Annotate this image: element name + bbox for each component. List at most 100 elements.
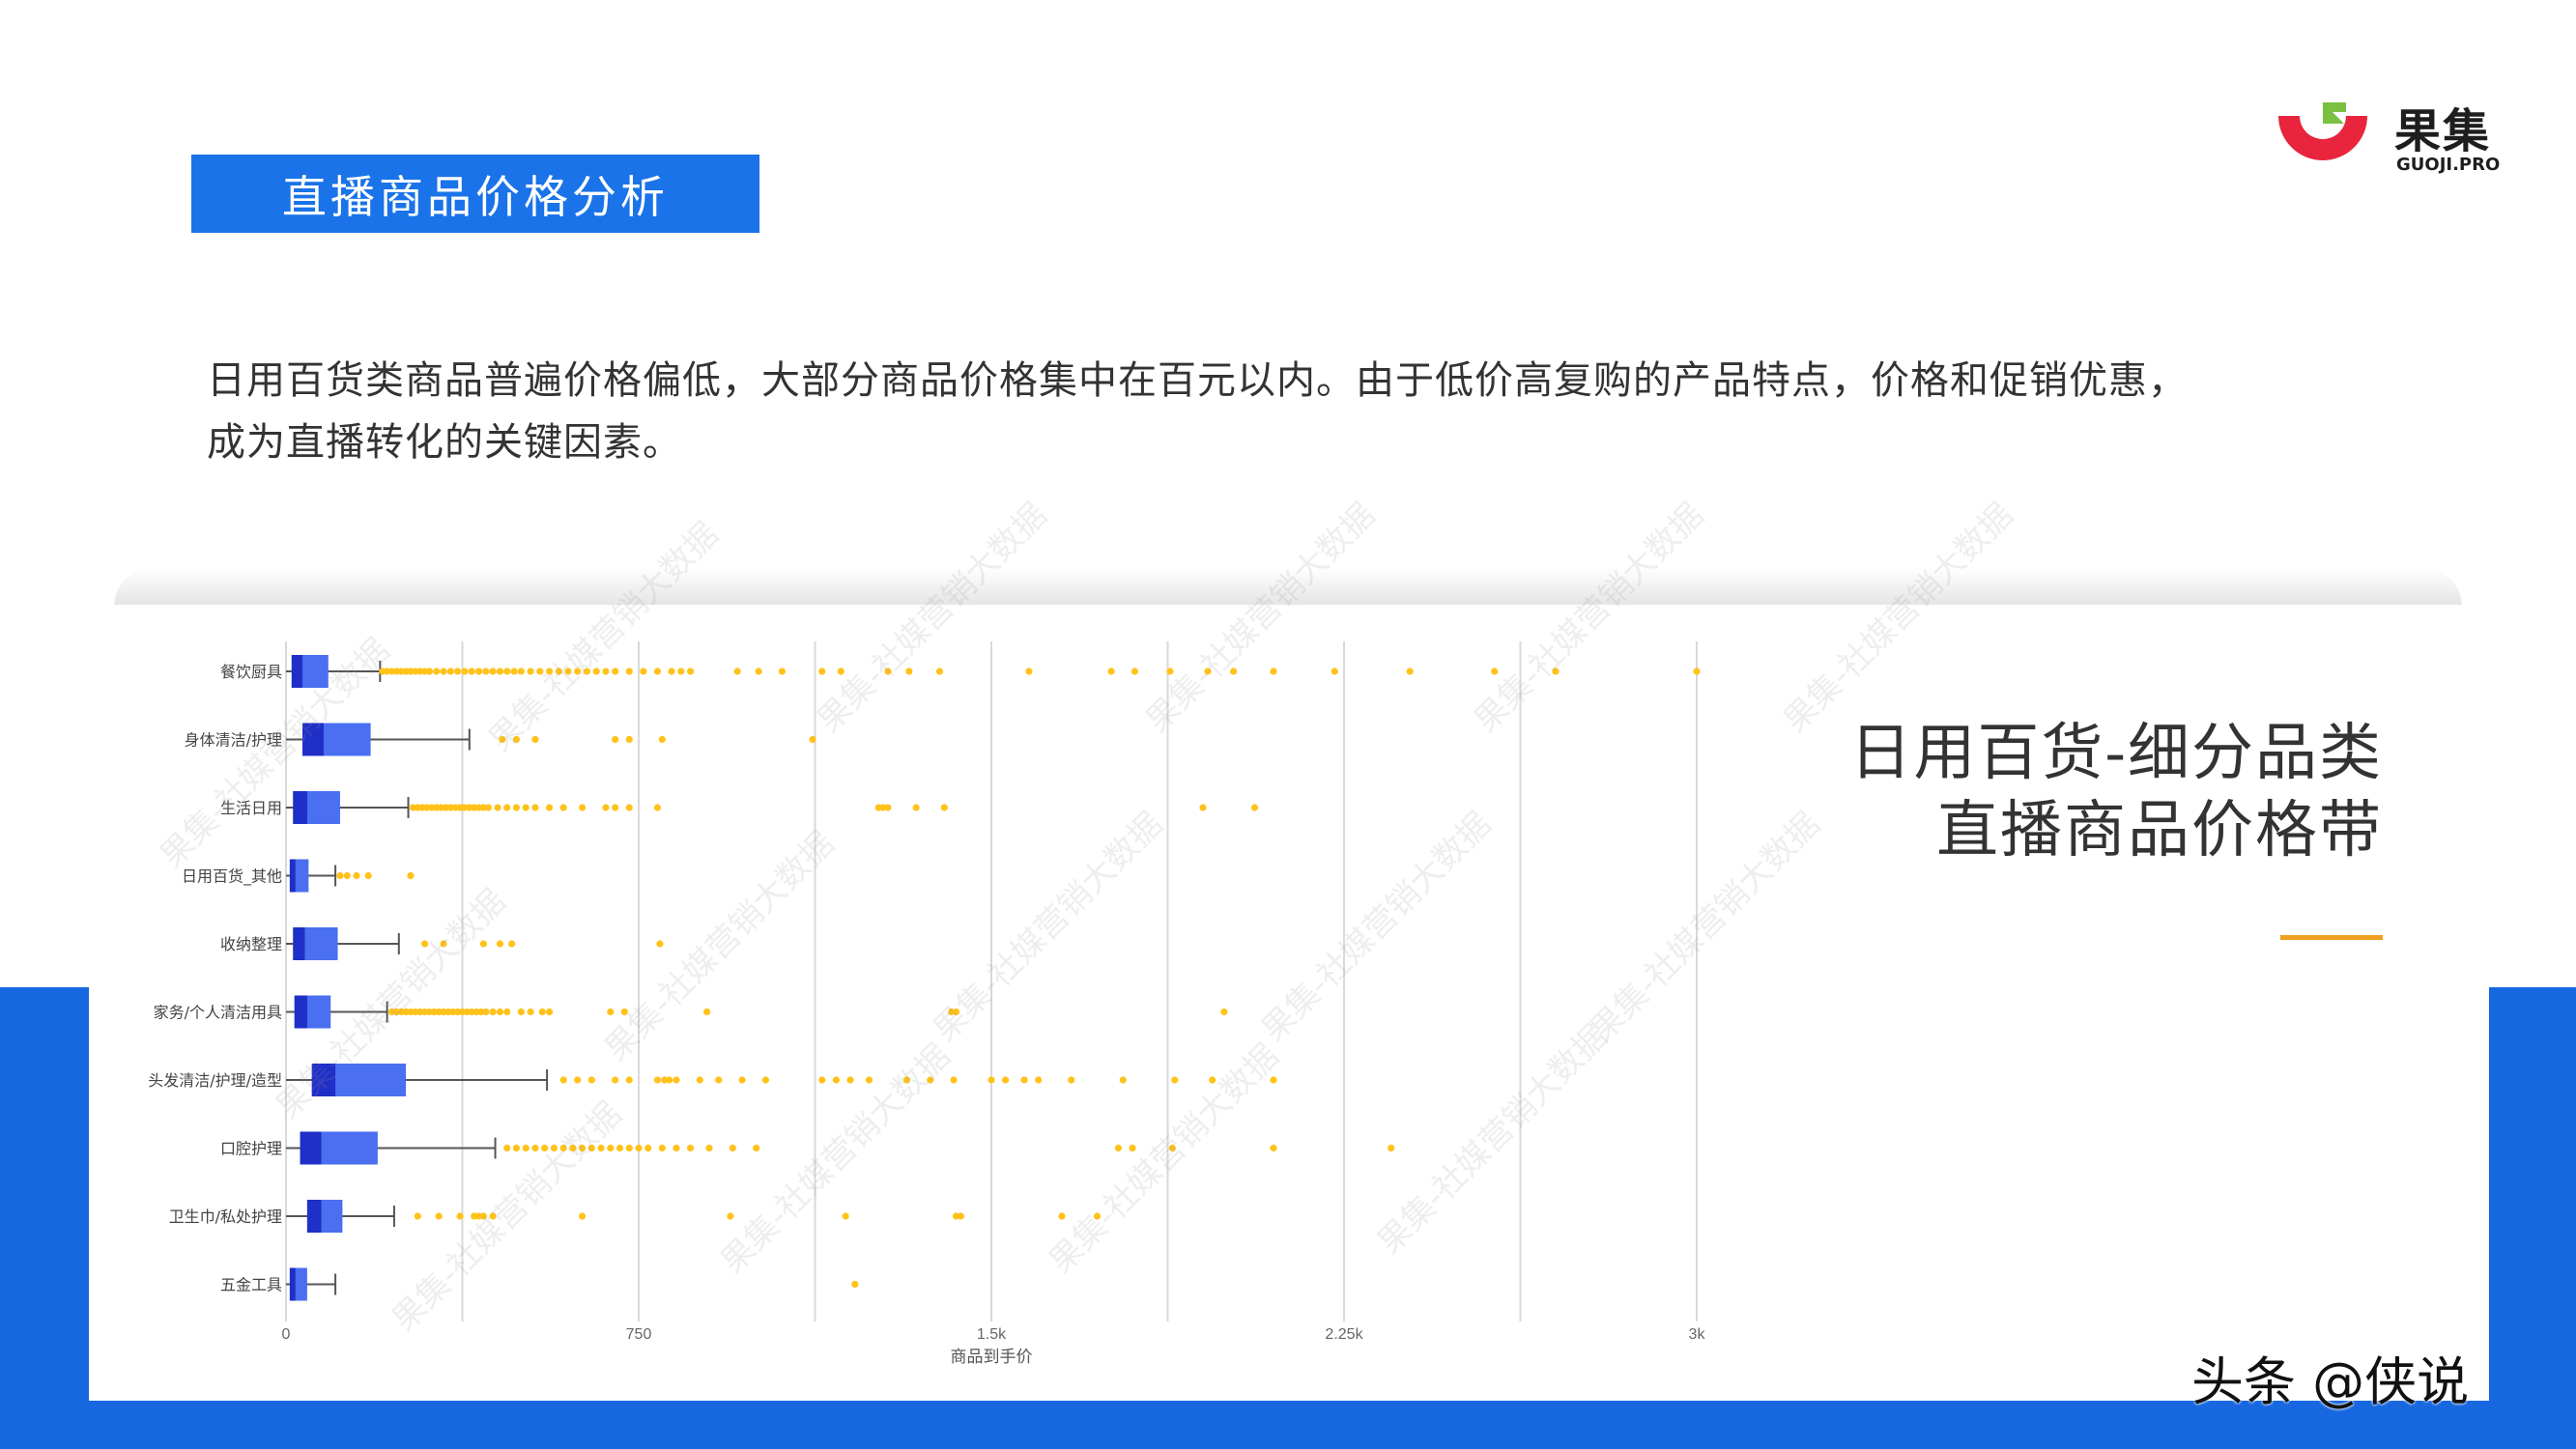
- outlier-point: [1270, 668, 1277, 675]
- watermark-text: 果集-社媒营销大数据: [926, 805, 1170, 1049]
- x-tick-label: 1.5k: [977, 1326, 1007, 1343]
- side-heading-line-2: 直播商品价格带: [1936, 795, 2383, 867]
- outlier-point: [522, 1144, 530, 1152]
- lower-quartile-box: [289, 859, 296, 893]
- outlier-point: [625, 1076, 633, 1084]
- category-label: 头发清洁/护理/造型: [148, 1071, 282, 1090]
- watermark-text: 果集-社媒营销大数据: [1583, 805, 1827, 1049]
- outlier-point: [527, 668, 534, 675]
- outlier-point: [602, 668, 610, 675]
- outlier-point: [625, 1144, 633, 1152]
- outlier-point: [531, 804, 539, 811]
- outlier-point: [957, 1212, 964, 1220]
- outlier-point: [440, 668, 447, 675]
- x-tick-label: 2.25k: [1325, 1326, 1363, 1343]
- outlier-point: [433, 668, 441, 675]
- outlier-point: [435, 1212, 443, 1220]
- outlier-point: [456, 1212, 464, 1220]
- outlier-point: [625, 804, 633, 811]
- outlier-point: [1129, 1144, 1136, 1152]
- outlier-point: [496, 1008, 504, 1016]
- heading-underline: [2280, 935, 2383, 940]
- category-label: 日用百货_其他: [182, 867, 282, 887]
- outlier-point: [612, 668, 619, 675]
- outlier-point: [484, 804, 492, 811]
- outlier-point: [733, 668, 741, 675]
- outlier-point: [635, 1144, 643, 1152]
- outlier-point: [531, 735, 539, 744]
- outlier-point: [832, 1076, 841, 1084]
- outlier-point: [508, 940, 516, 948]
- outlier-point: [446, 668, 454, 675]
- outlier-point: [1491, 668, 1499, 675]
- watermark-text: 果集-社媒营销大数据: [481, 515, 726, 759]
- outlier-point: [531, 1144, 539, 1152]
- outlier-point: [753, 1144, 760, 1152]
- outlier-point: [1025, 668, 1033, 675]
- outlier-point: [686, 668, 695, 675]
- lower-quartile-box: [291, 655, 303, 688]
- outlier-point: [503, 1144, 511, 1152]
- outlier-point: [496, 668, 504, 675]
- lower-quartile-box: [289, 1267, 296, 1301]
- outlier-point: [607, 1144, 615, 1152]
- outlier-point: [673, 1076, 680, 1084]
- outlier-point: [755, 668, 762, 675]
- chart-side-heading: 日用百货-细分品类 直播商品价格带: [1849, 715, 2383, 869]
- outlier-point: [644, 1144, 652, 1152]
- outlier-point: [425, 668, 434, 675]
- watermark-text: 果集-社媒营销大数据: [1138, 496, 1383, 740]
- outlier-point: [658, 1144, 666, 1152]
- outlier-point: [1331, 668, 1338, 675]
- outlier-point: [668, 668, 675, 675]
- outlier-point: [658, 735, 666, 744]
- outlier-point: [1171, 1076, 1179, 1084]
- outlier-point: [587, 1076, 595, 1084]
- lower-quartile-box: [293, 927, 305, 960]
- outlier-point: [761, 1076, 770, 1084]
- outlier-point: [1068, 1076, 1075, 1084]
- outlier-point: [666, 1076, 673, 1084]
- outlier-point: [1119, 1076, 1127, 1084]
- outlier-point: [865, 1076, 873, 1084]
- outlier-point: [612, 735, 619, 744]
- outlier-point: [517, 1008, 525, 1016]
- outlier-point: [625, 735, 633, 744]
- outlier-point: [343, 871, 351, 880]
- outlier-point: [1114, 1144, 1122, 1152]
- outlier-point: [512, 1144, 521, 1152]
- outlier-point: [545, 804, 554, 811]
- watermark-text: 果集-社媒营销大数据: [1467, 496, 1711, 740]
- outlier-point: [1693, 668, 1701, 675]
- watermark-text: 果集-社媒营销大数据: [385, 1094, 629, 1339]
- outlier-point: [517, 668, 525, 675]
- outlier-point: [489, 1008, 497, 1016]
- outlier-point: [1250, 804, 1259, 811]
- outlier-point: [364, 871, 372, 880]
- outlier-point: [884, 804, 892, 811]
- side-heading-line-1: 日用百货-细分品类: [1849, 718, 2383, 789]
- outlier-point: [489, 668, 497, 675]
- outlier-point: [612, 1076, 619, 1084]
- outlier-point: [510, 668, 518, 675]
- outlier-point: [574, 1076, 582, 1084]
- outlier-point: [503, 1008, 511, 1016]
- outlier-point: [727, 1212, 734, 1220]
- outlier-point: [1107, 668, 1115, 675]
- category-label: 家务/个人清洁用具: [154, 1004, 282, 1022]
- watermark-text: 果集-社媒营销大数据: [597, 824, 842, 1068]
- outlier-point: [846, 1076, 854, 1084]
- outlier-point: [496, 940, 504, 948]
- outlier-point: [950, 1076, 958, 1084]
- watermark-text: 果集-社媒营销大数据: [1042, 1037, 1286, 1281]
- outlier-point: [686, 1144, 695, 1152]
- category-label: 卫生巾/私处护理: [169, 1208, 282, 1226]
- watermark-text: 果集-社媒营销大数据: [1370, 1017, 1615, 1262]
- outlier-point: [474, 668, 483, 675]
- outlier-point: [559, 1076, 567, 1084]
- outlier-point: [715, 1076, 723, 1084]
- outlier-point: [503, 668, 511, 675]
- watermark-text: 果集-社媒营销大数据: [713, 1037, 958, 1281]
- x-axis-label: 商品到手价: [951, 1348, 1033, 1367]
- outlier-point: [527, 1008, 534, 1016]
